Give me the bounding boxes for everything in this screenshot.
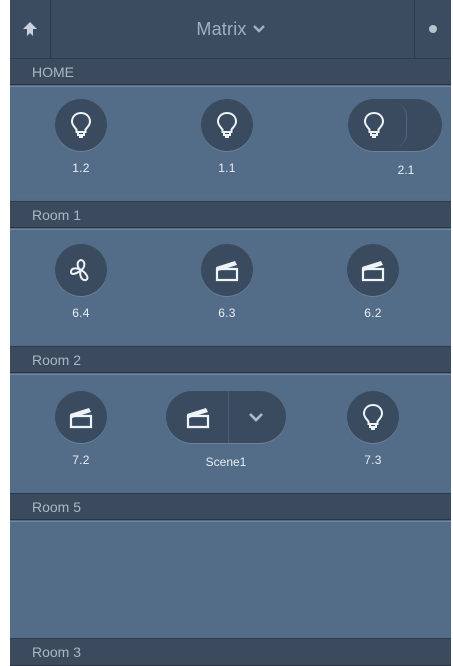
device-label: 2.1 bbox=[397, 163, 415, 177]
device-tile-6-4[interactable]: 6.4 bbox=[31, 244, 131, 320]
section-header-room-3: Room 3 bbox=[10, 638, 451, 666]
scene-tile-7-2[interactable]: 7.2 bbox=[31, 391, 131, 467]
scene-button[interactable] bbox=[55, 391, 107, 443]
toggle-divider bbox=[394, 103, 407, 147]
device-tile-1-2[interactable]: 1.2 bbox=[31, 99, 131, 175]
scene-label: Scene1 bbox=[205, 455, 247, 469]
page-title: Matrix bbox=[196, 18, 247, 39]
scene-button[interactable] bbox=[201, 244, 253, 296]
section-header-room-2: Room 2 bbox=[10, 346, 451, 373]
app-window: Matrix HOME 1.2 1.1 2.1 Room 1 6.4 6.3 6… bbox=[10, 0, 451, 666]
device-tile-7-3[interactable]: 7.3 bbox=[323, 391, 423, 467]
device-label: 7.3 bbox=[364, 453, 382, 467]
top-bar: Matrix bbox=[10, 0, 451, 59]
chevron-down-icon bbox=[249, 413, 263, 422]
scene-label: 6.3 bbox=[218, 306, 236, 320]
panel-room-2: 7.2 Scene1 7.3 bbox=[10, 374, 451, 492]
scene-clapper-icon bbox=[361, 261, 385, 282]
chevron-down-icon bbox=[252, 25, 265, 33]
lightbulb-icon bbox=[362, 403, 384, 430]
device-button[interactable] bbox=[348, 99, 400, 151]
menu-button[interactable] bbox=[414, 0, 451, 58]
scene-label: 6.2 bbox=[364, 306, 382, 320]
scene-dropdown-button[interactable] bbox=[229, 391, 283, 443]
device-tile-1-1[interactable]: 1.1 bbox=[177, 99, 277, 175]
panel-room-1: 6.4 6.3 6.2 bbox=[10, 229, 451, 344]
section-header-home: HOME bbox=[10, 58, 451, 85]
scene-tile-6-2[interactable]: 6.2 bbox=[323, 244, 423, 320]
device-button[interactable] bbox=[55, 244, 107, 296]
dimmer-control-2-1[interactable] bbox=[348, 99, 442, 151]
device-button[interactable] bbox=[55, 99, 107, 151]
device-button[interactable] bbox=[347, 391, 399, 443]
scene-label: 7.2 bbox=[72, 453, 90, 467]
scene-clapper-icon bbox=[69, 408, 93, 429]
device-label: 1.2 bbox=[72, 161, 90, 175]
panel-home: 1.2 1.1 2.1 bbox=[10, 86, 451, 199]
device-button[interactable] bbox=[201, 99, 253, 151]
device-label: 6.4 bbox=[72, 306, 90, 320]
scene-selector-scene1[interactable] bbox=[166, 391, 286, 443]
scene-button[interactable] bbox=[347, 244, 399, 296]
scene-button[interactable] bbox=[170, 391, 226, 443]
section-header-room-1: Room 1 bbox=[10, 201, 451, 228]
panel-room-5 bbox=[10, 521, 451, 638]
device-label: 1.1 bbox=[218, 161, 236, 175]
location-selector[interactable]: Matrix bbox=[10, 0, 451, 58]
lightbulb-icon bbox=[363, 111, 385, 138]
scene-clapper-icon bbox=[215, 261, 239, 282]
scene-clapper-icon bbox=[186, 408, 210, 429]
fan-icon bbox=[69, 258, 89, 282]
scene-tile-6-3[interactable]: 6.3 bbox=[177, 244, 277, 320]
menu-dot-icon bbox=[429, 25, 437, 33]
section-header-room-5: Room 5 bbox=[10, 493, 451, 520]
lightbulb-icon bbox=[70, 111, 92, 138]
lightbulb-icon bbox=[216, 111, 238, 138]
